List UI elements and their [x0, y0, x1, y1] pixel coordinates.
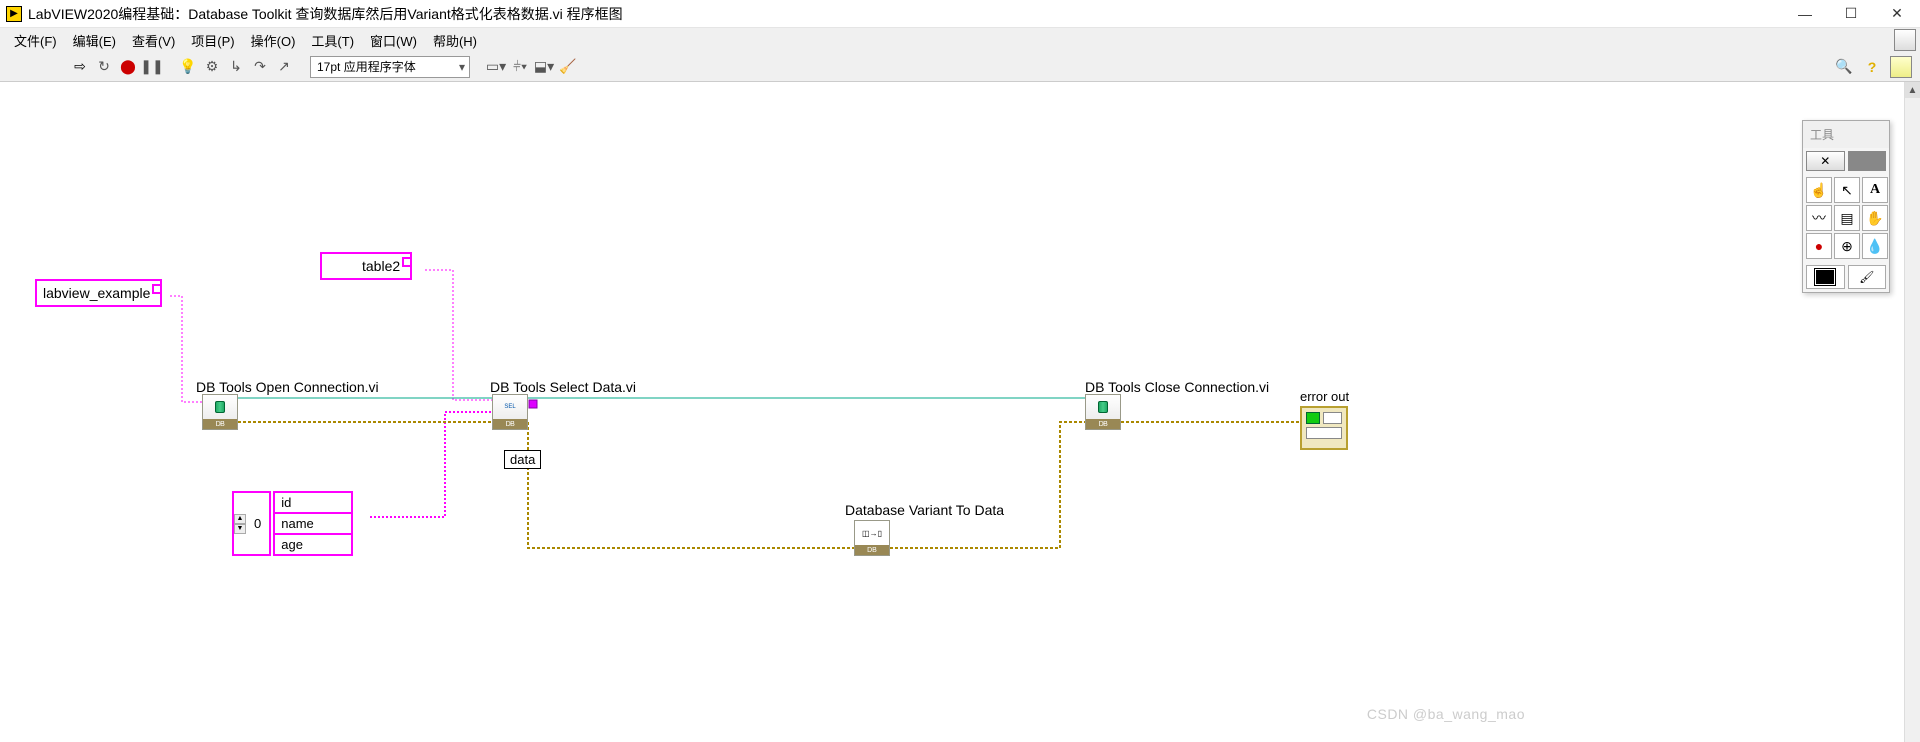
wire-label-data: data: [504, 450, 541, 469]
node-close-connection[interactable]: DB: [1085, 394, 1121, 430]
array-index[interactable]: 0: [246, 514, 269, 533]
run-button[interactable]: ⇨: [70, 57, 90, 77]
string-constant-table[interactable]: table2: [320, 252, 412, 280]
help-button[interactable]: ?: [1862, 57, 1882, 77]
run-continuous-button[interactable]: ↻: [94, 57, 114, 77]
step-into-button[interactable]: ↳: [226, 57, 246, 77]
auto-tool-indicator[interactable]: [1848, 151, 1887, 171]
label-select-data: DB Tools Select Data.vi: [490, 379, 636, 395]
label-error-out: error out: [1300, 389, 1348, 404]
menu-project[interactable]: 项目(P): [183, 28, 242, 53]
abort-button[interactable]: ⬤: [118, 57, 138, 77]
array-elem-2[interactable]: age: [273, 535, 353, 556]
object-popup-tool[interactable]: ▤: [1834, 205, 1860, 231]
window-title: LabVIEW2020编程基础：Database Toolkit 查询数据库然后…: [28, 4, 1782, 24]
toolbar: ⇨ ↻ ⬤ ❚❚ 💡 ⚙ ↳ ↷ ↗ 17pt 应用程序字体 ▭▾ ⫩▾ ⬓▾ …: [0, 52, 1920, 82]
indicator-error-out[interactable]: error out: [1300, 389, 1348, 450]
node-open-connection[interactable]: DB: [202, 394, 238, 430]
scroll-up-button[interactable]: ▲: [1905, 82, 1920, 98]
node-variant-to-data[interactable]: ◫→▯ DB: [854, 520, 890, 556]
position-tool[interactable]: ↖: [1834, 177, 1860, 203]
menu-operate[interactable]: 操作(O): [243, 28, 304, 53]
pause-button[interactable]: ❚❚: [142, 57, 162, 77]
operate-tool[interactable]: ☝: [1806, 177, 1832, 203]
node-select-data[interactable]: SEL DB: [492, 394, 528, 430]
label-open-connection: DB Tools Open Connection.vi: [196, 379, 379, 395]
menu-help[interactable]: 帮助(H): [425, 28, 485, 53]
tools-palette-title: 工具: [1803, 121, 1889, 148]
close-button[interactable]: ✕: [1874, 0, 1920, 28]
menu-edit[interactable]: 编辑(E): [65, 28, 124, 53]
step-out-button[interactable]: ↗: [274, 57, 294, 77]
auto-tool-button[interactable]: ✕: [1806, 151, 1845, 171]
breakpoint-tool[interactable]: ●: [1806, 233, 1832, 259]
string-constant-dsn[interactable]: labview_example: [35, 279, 162, 307]
menu-view[interactable]: 查看(V): [124, 28, 183, 53]
app-icon: [6, 6, 22, 22]
array-elem-1[interactable]: name: [273, 514, 353, 535]
label-variant-to-data: Database Variant To Data: [845, 502, 1004, 518]
step-over-button[interactable]: ↷: [250, 57, 270, 77]
array-elem-0[interactable]: id: [273, 491, 353, 514]
search-button[interactable]: 🔍: [1834, 57, 1854, 77]
eyedropper-tool[interactable]: 💧: [1862, 233, 1888, 259]
paintbrush-tool[interactable]: 🖌: [1848, 265, 1887, 289]
menubar: 文件(F) 编辑(E) 查看(V) 项目(P) 操作(O) 工具(T) 窗口(W…: [0, 28, 1920, 52]
vi-connector-icon[interactable]: [1894, 29, 1916, 51]
titlebar: LabVIEW2020编程基础：Database Toolkit 查询数据库然后…: [0, 0, 1920, 28]
menu-window[interactable]: 窗口(W): [362, 28, 425, 53]
minimize-button[interactable]: —: [1782, 0, 1828, 28]
scroll-tool[interactable]: ✋: [1862, 205, 1888, 231]
retain-wire-button[interactable]: ⚙: [202, 57, 222, 77]
menu-tools[interactable]: 工具(T): [303, 28, 362, 53]
reorder-button[interactable]: ⬓▾: [534, 57, 554, 77]
block-diagram-canvas[interactable]: labview_example table2 DB Tools Open Con…: [0, 82, 1920, 742]
tools-palette[interactable]: 工具 ✕ ☝ ↖ A 〰 ▤ ✋ ● ⊕ 💧 🖌: [1802, 120, 1890, 293]
array-constant-columns[interactable]: ▲▼ 0 id name age: [232, 491, 353, 556]
vertical-scrollbar[interactable]: ▲: [1904, 82, 1920, 742]
probe-tool[interactable]: ⊕: [1834, 233, 1860, 259]
align-button[interactable]: ▭▾: [486, 57, 506, 77]
highlight-exec-button[interactable]: 💡: [178, 57, 198, 77]
wiring-tool[interactable]: 〰: [1806, 205, 1832, 231]
vi-icon[interactable]: [1890, 56, 1912, 78]
text-tool[interactable]: A: [1862, 177, 1888, 203]
menu-file[interactable]: 文件(F): [6, 28, 65, 53]
maximize-button[interactable]: ☐: [1828, 0, 1874, 28]
cleanup-button[interactable]: 🧹: [558, 57, 578, 77]
color-tool[interactable]: [1806, 265, 1845, 289]
distribute-button[interactable]: ⫩▾: [510, 57, 530, 77]
font-select[interactable]: 17pt 应用程序字体: [310, 56, 470, 78]
label-close-connection: DB Tools Close Connection.vi: [1085, 379, 1269, 395]
watermark: CSDN @ba_wang_mao: [1367, 706, 1525, 722]
